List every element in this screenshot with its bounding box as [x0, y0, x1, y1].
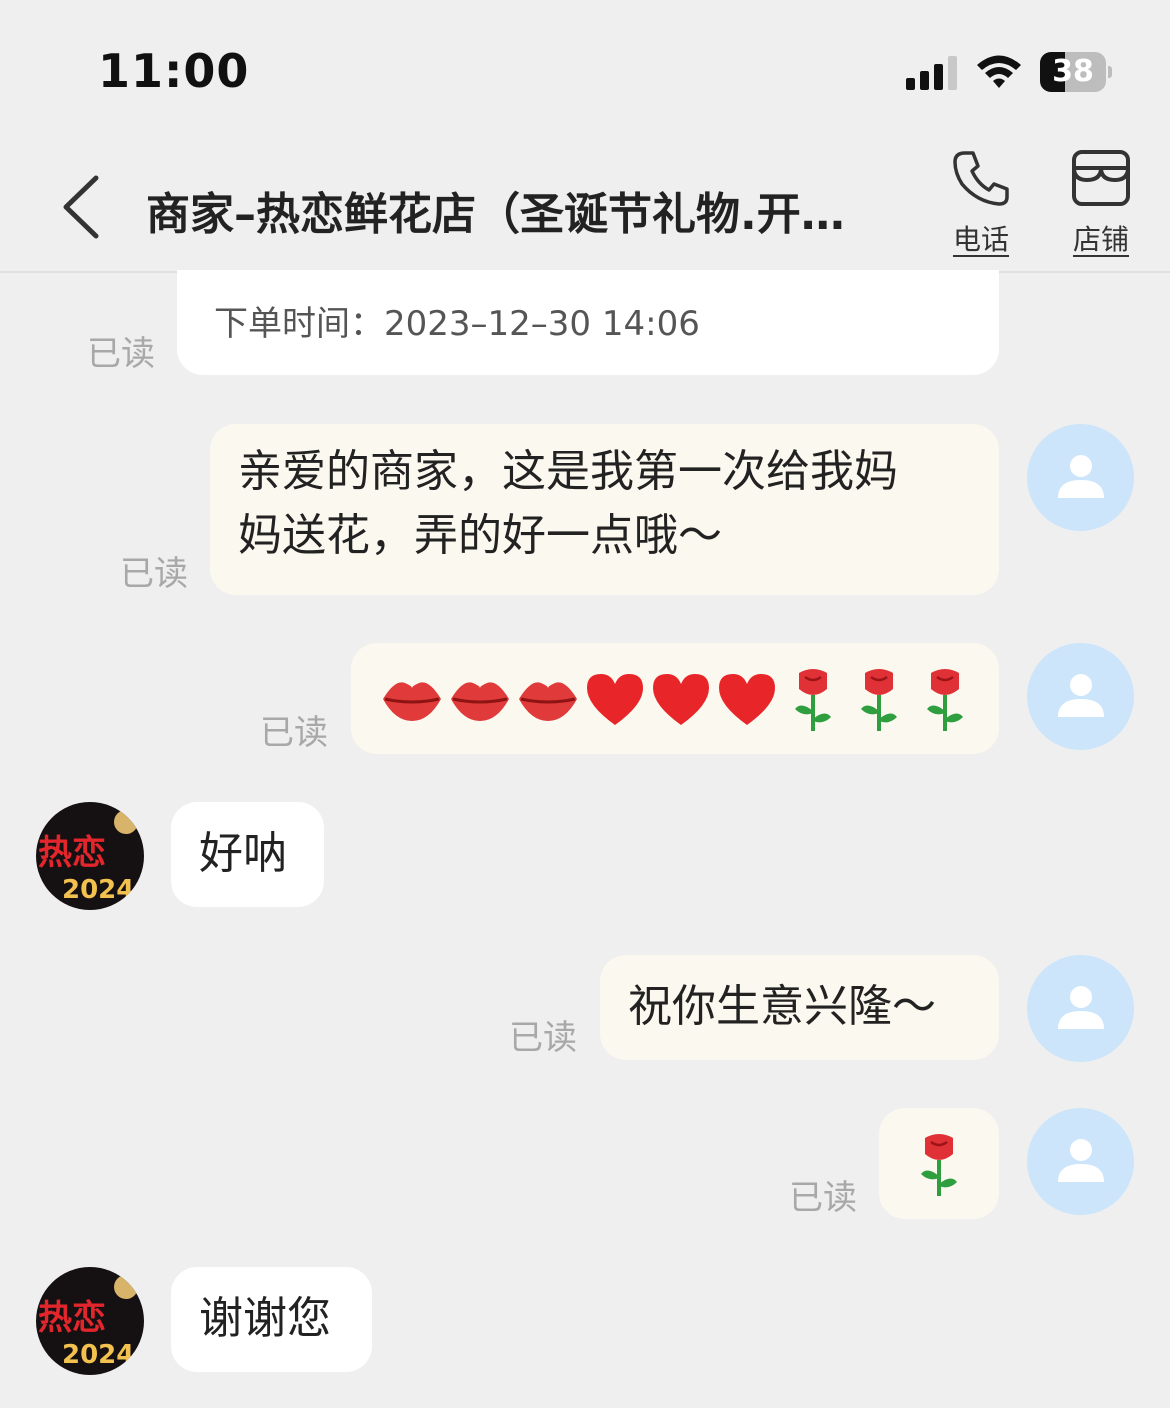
- phone-icon: [953, 151, 1009, 206]
- rose-icon: [927, 669, 963, 731]
- rose-icon: [795, 669, 831, 731]
- red-heart-icon: [653, 674, 709, 725]
- store-button[interactable]: 店铺: [1056, 148, 1146, 266]
- battery-icon: 38: [1040, 52, 1112, 92]
- shop-logo-text: 热恋: [38, 833, 106, 873]
- person-icon: [1058, 674, 1104, 717]
- read-status: 已读: [87, 334, 155, 374]
- message-text: 祝你生意兴隆～: [628, 981, 936, 1032]
- cellular-signal-icon: [906, 56, 957, 90]
- shop-year-text: 2024: [62, 1340, 134, 1370]
- emoji-row: [381, 665, 981, 733]
- person-icon: [1058, 986, 1104, 1029]
- shop-year-text: 2024: [62, 875, 134, 905]
- person-icon: [1058, 1139, 1104, 1182]
- red-heart-icon: [587, 674, 643, 725]
- wifi-icon: [977, 55, 1021, 88]
- user-avatar[interactable]: [1027, 1108, 1134, 1215]
- message-bubble[interactable]: 谢谢您: [171, 1267, 372, 1372]
- red-heart-icon: [719, 674, 775, 725]
- store-label: 店铺: [1072, 223, 1129, 256]
- lips-icon: [451, 682, 509, 721]
- battery-level: 38: [1052, 54, 1094, 89]
- lips-icon: [519, 682, 577, 721]
- user-avatar[interactable]: [1027, 424, 1134, 531]
- phone-button[interactable]: 电话: [936, 148, 1026, 266]
- order-card[interactable]: 下单时间：2023–12–30 14:06: [177, 270, 999, 375]
- shop-avatar[interactable]: 热恋 2024: [36, 1267, 144, 1375]
- chat-header: 商家–热恋鲜花店（圣诞节礼物.开… 电话 店铺: [0, 130, 1170, 273]
- user-avatar[interactable]: [1027, 955, 1134, 1062]
- read-status: 已读: [120, 554, 188, 594]
- user-avatar[interactable]: [1027, 643, 1134, 750]
- rose-icon: [861, 669, 897, 731]
- read-status: 已读: [260, 713, 328, 753]
- message-bubble[interactable]: 亲爱的商家，这是我第一次给我妈 妈送花，弄的好一点哦～: [210, 424, 999, 595]
- message-text-line: 亲爱的商家，这是我第一次给我妈: [238, 446, 898, 497]
- status-time: 11:00: [98, 44, 250, 98]
- order-time: 下单时间：2023–12–30 14:06: [214, 304, 700, 344]
- chevron-left-icon[interactable]: [58, 174, 106, 240]
- message-bubble[interactable]: 祝你生意兴隆～: [600, 955, 999, 1060]
- read-status: 已读: [789, 1178, 857, 1218]
- message-text: 谢谢您: [199, 1293, 331, 1344]
- lips-icon: [383, 682, 441, 721]
- read-status: 已读: [509, 1018, 577, 1058]
- message-bubble[interactable]: [351, 643, 999, 754]
- chat-title[interactable]: 商家–热恋鲜花店（圣诞节礼物.开…: [146, 178, 916, 242]
- person-icon: [1058, 455, 1104, 498]
- message-text-line: 妈送花，弄的好一点哦～: [238, 510, 722, 561]
- shop-avatar[interactable]: 热恋 2024: [36, 802, 144, 910]
- shop-logo-text: 热恋: [38, 1298, 106, 1338]
- rose-icon: [921, 1134, 957, 1196]
- message-bubble[interactable]: 好呐: [171, 802, 324, 907]
- message-bubble[interactable]: [879, 1108, 999, 1219]
- message-text: 好呐: [199, 828, 287, 879]
- store-icon: [1072, 150, 1130, 206]
- phone-label: 电话: [952, 223, 1009, 256]
